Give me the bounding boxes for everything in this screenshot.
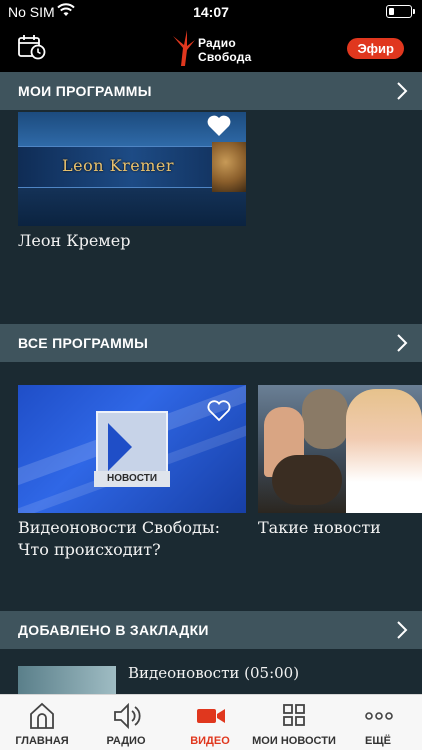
logo-text-line1: Радио bbox=[198, 36, 236, 50]
tab-my-news[interactable]: МОИ НОВОСТИ bbox=[252, 695, 336, 750]
section-title: ДОБАВЛЕНО В ЗАКЛАДКИ bbox=[18, 622, 209, 638]
calendar-icon[interactable] bbox=[18, 34, 46, 60]
program-thumbnail bbox=[258, 385, 422, 513]
flame-logo-icon bbox=[173, 30, 195, 66]
speaker-icon bbox=[114, 702, 141, 730]
tab-label: ВИДЕО bbox=[190, 735, 230, 747]
heart-filled-icon[interactable] bbox=[206, 114, 232, 138]
grid-icon bbox=[283, 704, 305, 726]
thumbnail-text: Leon Kremer bbox=[62, 156, 174, 175]
bookmark-title[interactable]: Видеоновости (05:00) bbox=[128, 664, 299, 682]
program-title: Леон Кремер bbox=[18, 231, 131, 250]
section-title: МОИ ПРОГРАММЫ bbox=[18, 83, 152, 99]
logo-text-line2: Свобода bbox=[198, 50, 252, 64]
chevron-right-icon bbox=[397, 82, 408, 100]
video-camera-icon bbox=[197, 709, 225, 723]
bookmark-thumbnail[interactable] bbox=[18, 666, 116, 696]
section-header-all-programs[interactable]: ВСЕ ПРОГРАММЫ bbox=[0, 324, 422, 362]
radio-svoboda-logo[interactable]: Радио Свобода bbox=[169, 28, 255, 68]
tab-label: МОИ НОВОСТИ bbox=[252, 735, 336, 747]
status-time: 14:07 bbox=[193, 4, 229, 20]
tab-bar: ГЛАВНАЯ РАДИО ВИДЕО МОИ НОВОСТИ ЕЩЁ bbox=[0, 694, 422, 750]
home-icon bbox=[30, 702, 54, 729]
tab-label: РАДИО bbox=[106, 735, 146, 747]
thumbnail-bear bbox=[272, 455, 342, 505]
chevron-right-icon bbox=[397, 621, 408, 639]
tab-radio[interactable]: РАДИО bbox=[84, 695, 168, 750]
thumbnail-woman bbox=[346, 389, 422, 513]
tab-more[interactable]: ЕЩЁ bbox=[336, 695, 420, 750]
section-title: ВСЕ ПРОГРАММЫ bbox=[18, 335, 149, 351]
thumbnail-figure bbox=[302, 389, 348, 449]
section-header-my-programs[interactable]: МОИ ПРОГРАММЫ bbox=[0, 72, 422, 110]
battery-icon bbox=[386, 5, 415, 18]
status-bar: No SIM 14:07 bbox=[0, 0, 422, 24]
more-icon bbox=[365, 712, 393, 720]
tab-video[interactable]: ВИДЕО bbox=[168, 695, 252, 750]
tab-home[interactable]: ГЛАВНАЯ bbox=[0, 695, 84, 750]
app-header: Радио Свобода Эфир bbox=[0, 24, 422, 72]
program-card[interactable]: НОВОСТИ Видеоновости Свободы: Что происх… bbox=[18, 385, 246, 565]
program-title: Видеоновости Свободы: Что происходит? bbox=[18, 518, 220, 559]
section-header-bookmarks[interactable]: ДОБАВЛЕНО В ЗАКЛАДКИ bbox=[0, 611, 422, 649]
tab-label: ГЛАВНАЯ bbox=[15, 735, 69, 747]
lion-image bbox=[212, 142, 246, 192]
heart-outline-icon[interactable] bbox=[206, 399, 232, 423]
thumbnail-text: НОВОСТИ bbox=[94, 471, 170, 487]
program-card[interactable]: Leon Kremer Леон Кремер bbox=[18, 112, 246, 262]
program-title: Такие новости bbox=[258, 518, 381, 537]
chevron-right-icon bbox=[397, 334, 408, 352]
program-card[interactable]: Такие новости bbox=[258, 385, 422, 565]
live-button[interactable]: Эфир bbox=[347, 38, 404, 59]
tab-label: ЕЩЁ bbox=[365, 735, 391, 747]
